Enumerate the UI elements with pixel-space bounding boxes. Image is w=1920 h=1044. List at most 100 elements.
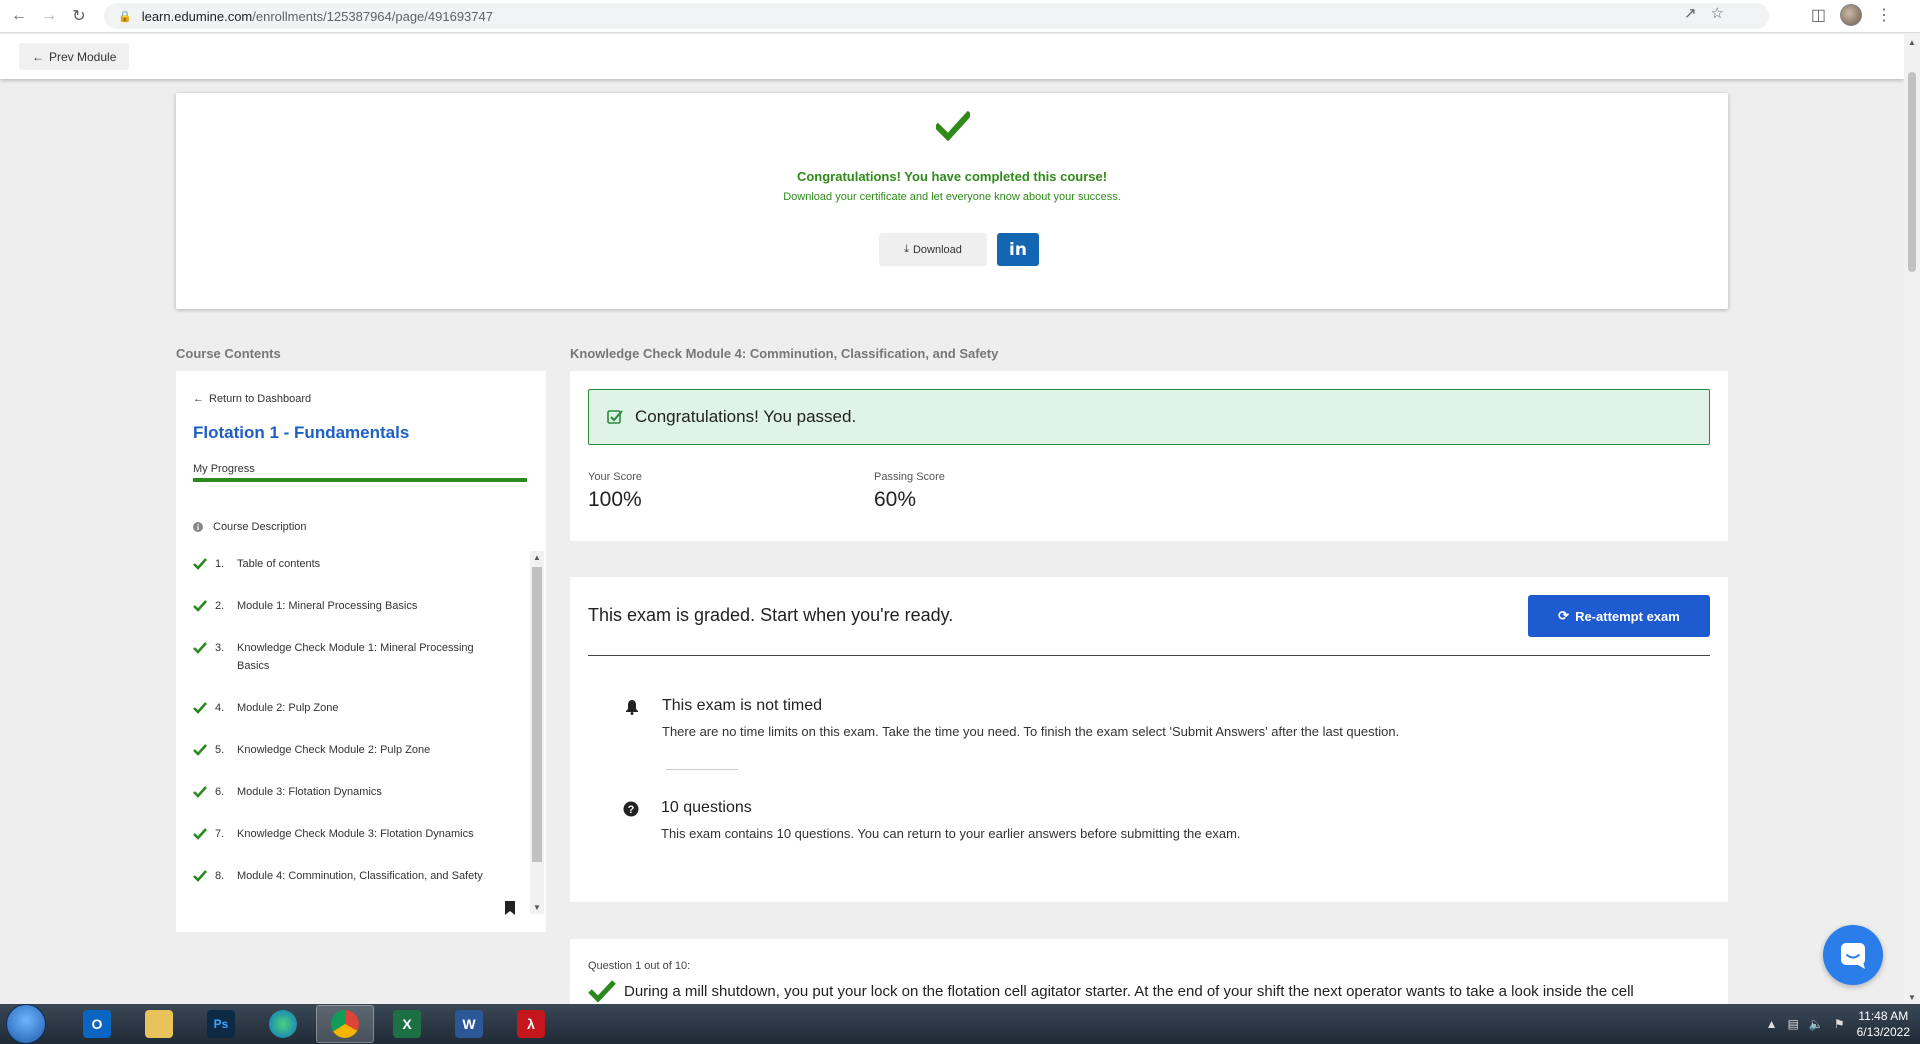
check-icon: [193, 786, 207, 798]
scroll-down-icon[interactable]: ▼: [1908, 993, 1916, 1002]
toc-label: Module 3: Flotation Dynamics: [237, 786, 382, 798]
check-icon: [193, 744, 207, 756]
profile-avatar[interactable]: [1840, 4, 1862, 26]
acrobat-icon[interactable]: λ: [502, 1005, 560, 1043]
sidebar-scrollbar[interactable]: ▲ ▼: [530, 551, 544, 914]
prev-module-button[interactable]: ← Prev Module: [19, 43, 130, 70]
back-icon[interactable]: ←: [8, 5, 30, 27]
course-sidebar: ← Return to Dashboard Flotation 1 - Fund…: [176, 371, 546, 932]
download-label: Download: [912, 243, 962, 256]
toc-number: 7.: [215, 828, 225, 840]
reattempt-exam-button[interactable]: ⟳ Re-attempt exam: [1528, 595, 1710, 637]
scroll-up-icon[interactable]: ▲: [533, 553, 541, 562]
side-panel-icon[interactable]: ◫: [1811, 5, 1826, 25]
question-number: Question 1 out of 10:: [588, 960, 691, 972]
exam-title: This exam is graded. Start when you're r…: [588, 605, 954, 625]
clock[interactable]: 11:48 AM 6/13/2022: [1857, 1008, 1910, 1040]
course-contents-heading: Course Contents: [176, 346, 281, 361]
your-score-label: Your Score: [588, 471, 643, 483]
check-icon: [193, 870, 207, 882]
linkedin-share-button[interactable]: in: [997, 233, 1039, 266]
completion-subtitle: Download your certificate and let everyo…: [783, 191, 1121, 203]
bookmark-icon[interactable]: [504, 901, 516, 915]
passing-score-block: Passing Score 60%: [874, 471, 945, 512]
exam-card: This exam is graded. Start when you're r…: [570, 577, 1728, 902]
not-timed-title: This exam is not timed: [662, 697, 823, 714]
photoshop-icon[interactable]: Ps: [192, 1005, 250, 1043]
linkedin-icon: in: [1009, 239, 1027, 260]
network-icon[interactable]: ▤: [1788, 1017, 1799, 1031]
reload-icon[interactable]: ↻: [68, 5, 90, 27]
windows-start-icon[interactable]: [6, 1004, 46, 1044]
toc-number: 3.: [215, 642, 225, 654]
toc-item[interactable]: 6. Module 3: Flotation Dynamics: [193, 783, 503, 801]
toc-number: 4.: [215, 702, 225, 714]
lock-icon: 🔒: [118, 10, 132, 23]
scroll-up-icon[interactable]: ▲: [1908, 38, 1916, 47]
system-tray: ▲ ▤ 🔈 ⚑ 11:48 AM 6/13/2022: [1766, 1004, 1910, 1044]
passing-score-value: 60%: [874, 488, 917, 511]
page-scrollbar[interactable]: ▲ ▼: [1904, 34, 1920, 1004]
chrome-icon[interactable]: [316, 1005, 374, 1043]
clock-time: 11:48 AM: [1858, 1009, 1909, 1023]
toc-item[interactable]: 3. Knowledge Check Module 1: Mineral Pro…: [193, 639, 503, 675]
browser-toolbar: ← → ↻ 🔒 learn.edumine.com/enrollments/12…: [0, 0, 1920, 33]
toc-item[interactable]: 7. Knowledge Check Module 3: Flotation D…: [193, 825, 503, 843]
module-heading: Knowledge Check Module 4: Comminution, C…: [570, 346, 999, 361]
course-description-link[interactable]: i Course Description: [193, 521, 307, 533]
toc-number: 8.: [215, 870, 225, 882]
toc-item[interactable]: 4. Module 2: Pulp Zone: [193, 699, 503, 717]
toc-item[interactable]: 2. Module 1: Mineral Processing Basics: [193, 597, 503, 615]
progress-fill: [193, 478, 527, 482]
address-bar[interactable]: 🔒 learn.edumine.com/enrollments/12538796…: [104, 3, 1769, 29]
completion-card: Congratulations! You have completed this…: [176, 93, 1728, 309]
pass-message: Congratulations! You passed.: [635, 407, 857, 426]
toc-item[interactable]: 1. Table of contents: [193, 555, 503, 573]
course-title[interactable]: Flotation 1 - Fundamentals: [193, 423, 409, 443]
volume-icon[interactable]: 🔈: [1809, 1017, 1824, 1031]
menu-icon[interactable]: ⋮: [1876, 5, 1892, 25]
sidebar-scroll-thumb[interactable]: [532, 567, 542, 862]
divider: [666, 769, 738, 770]
chat-launcher-button[interactable]: [1823, 925, 1883, 985]
arrow-left-icon: ←: [193, 393, 204, 405]
scroll-thumb[interactable]: [1908, 72, 1916, 272]
os-taskbar: O Ps X W λ ▲ ▤ 🔈 ⚑ 11:48 AM 6/13/2022: [0, 1004, 1920, 1044]
star-icon[interactable]: ☆: [1711, 4, 1724, 22]
return-to-dashboard-link[interactable]: ← Return to Dashboard: [193, 393, 311, 405]
download-certificate-button[interactable]: ⤓ Download: [879, 233, 987, 266]
your-score-block: Your Score 100%: [588, 471, 642, 512]
check-icon: [193, 642, 207, 654]
share-icon[interactable]: ↗: [1684, 4, 1697, 22]
passing-score-label: Passing Score: [874, 471, 945, 483]
toc-number: 5.: [215, 744, 225, 756]
chevron-up-icon[interactable]: ▲: [1766, 1017, 1778, 1031]
scroll-down-icon[interactable]: ▼: [533, 903, 541, 912]
not-timed-text: There are no time limits on this exam. T…: [662, 724, 1400, 739]
svg-text:?: ?: [628, 804, 635, 816]
edge-icon[interactable]: [254, 1005, 312, 1043]
toc-number: 6.: [215, 786, 225, 798]
toc-label: Module 4: Comminution, Classification, a…: [237, 870, 483, 882]
forward-icon[interactable]: →: [38, 5, 60, 27]
progress-bar: [193, 478, 527, 482]
excel-icon[interactable]: X: [378, 1005, 436, 1043]
completion-title: Congratulations! You have completed this…: [796, 169, 1108, 184]
flag-icon[interactable]: ⚑: [1834, 1017, 1845, 1031]
word-icon[interactable]: W: [440, 1005, 498, 1043]
clock-date: 6/13/2022: [1856, 1025, 1910, 1039]
toc-item[interactable]: 5. Knowledge Check Module 2: Pulp Zone: [193, 741, 503, 759]
url-path: /enrollments/125387964/page/491693747: [252, 8, 493, 24]
outlook-icon[interactable]: O: [68, 1005, 126, 1043]
question-card: Question 1 out of 10: During a mill shut…: [570, 939, 1728, 1009]
checkbox-check-icon: [607, 410, 623, 424]
checkmark-icon: [588, 980, 616, 1003]
question-row: During a mill shutdown, you put your loc…: [588, 979, 1634, 1003]
check-icon: [193, 600, 207, 612]
file-explorer-icon[interactable]: [130, 1005, 188, 1043]
toc-item[interactable]: 8. Module 4: Comminution, Classification…: [193, 867, 503, 885]
return-label: Return to Dashboard: [209, 393, 312, 405]
download-icon: ⤓: [904, 243, 909, 255]
checkmark-icon: [936, 111, 970, 141]
toc-label: Knowledge Check Module 3: Flotation Dyna…: [237, 828, 474, 840]
